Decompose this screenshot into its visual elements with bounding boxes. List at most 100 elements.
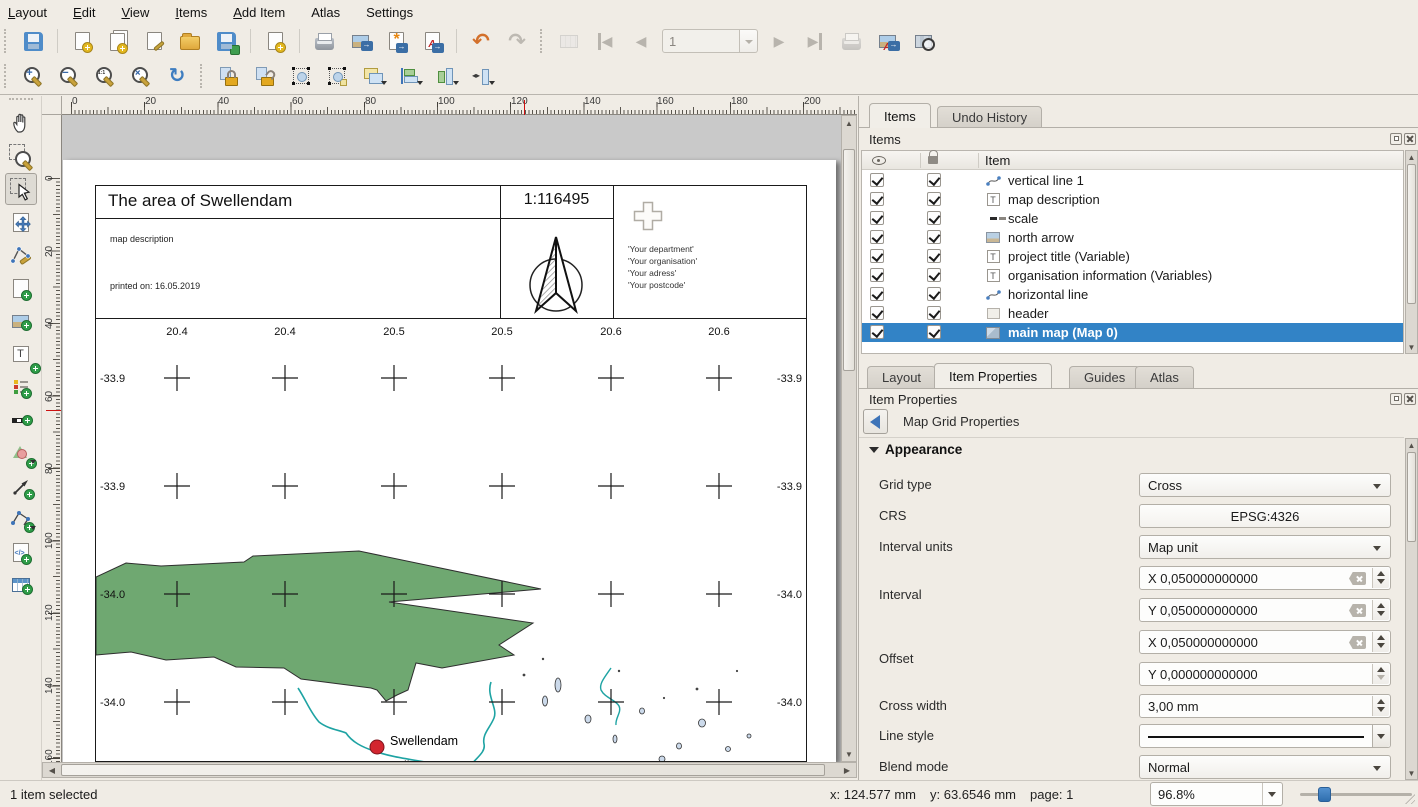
- items-row[interactable]: map description: [862, 190, 1403, 209]
- tab-undo-history[interactable]: Undo History: [937, 106, 1042, 128]
- items-row-selected[interactable]: main map (Map 0): [862, 323, 1403, 342]
- new-layout-button[interactable]: [67, 27, 97, 55]
- export-image-button[interactable]: [345, 27, 375, 55]
- select-move-item-button[interactable]: [5, 173, 37, 205]
- interval-units-select[interactable]: Map unit: [1139, 535, 1391, 559]
- raise-items-button[interactable]: [358, 62, 388, 90]
- items-list-scrollbar[interactable]: ▲ ▼: [1405, 150, 1418, 354]
- scroll-down-button[interactable]: ▼: [1406, 341, 1417, 353]
- spinner[interactable]: [1372, 568, 1389, 588]
- properties-scrollbar[interactable]: ▲ ▼: [1405, 438, 1418, 780]
- print-atlas-button[interactable]: [836, 27, 866, 55]
- layout-manager-button[interactable]: [139, 27, 169, 55]
- zoom-full-button[interactable]: [126, 62, 156, 90]
- lock-checkbox[interactable]: [927, 325, 941, 339]
- align-items-button[interactable]: [394, 62, 424, 90]
- preview-atlas-button[interactable]: [908, 27, 938, 55]
- scroll-down-button[interactable]: ▼: [1406, 767, 1417, 779]
- layout-page[interactable]: The area of Swellendam 1:116495 map desc…: [63, 160, 836, 762]
- clear-icon[interactable]: [1349, 604, 1366, 617]
- visibility-checkbox[interactable]: [870, 173, 884, 187]
- items-row[interactable]: header: [862, 304, 1403, 323]
- visibility-checkbox[interactable]: [870, 211, 884, 225]
- close-panel-button[interactable]: [1404, 393, 1416, 405]
- atlas-page-input[interactable]: 1: [662, 29, 740, 53]
- visibility-checkbox[interactable]: [870, 192, 884, 206]
- add-arrow-button[interactable]: [5, 470, 37, 502]
- first-feature-button[interactable]: [590, 27, 620, 55]
- main-map[interactable]: 20.4 20.4 20.5 20.5 20.6 20.6 -33.9 -33.…: [96, 318, 807, 761]
- resize-items-button[interactable]: [466, 62, 496, 90]
- scrollbar-thumb[interactable]: [1407, 452, 1416, 542]
- export-pdf-button[interactable]: [417, 27, 447, 55]
- last-feature-button[interactable]: [800, 27, 830, 55]
- items-row[interactable]: organisation information (Variables): [862, 266, 1403, 285]
- add-scalebar-button[interactable]: [5, 404, 37, 436]
- clear-icon[interactable]: [1349, 572, 1366, 585]
- tab-layout[interactable]: Layout: [867, 366, 936, 388]
- menu-atlas[interactable]: Atlas: [311, 5, 340, 20]
- new-report-button[interactable]: [260, 27, 290, 55]
- zoom-slider[interactable]: [1300, 793, 1412, 796]
- float-panel-button[interactable]: [1390, 393, 1402, 405]
- scroll-right-button[interactable]: ▶: [840, 763, 854, 777]
- lock-checkbox[interactable]: [927, 287, 941, 301]
- zoom-level-combobox[interactable]: 96.8%: [1150, 782, 1283, 806]
- unlock-all-button[interactable]: [250, 62, 280, 90]
- distribute-items-button[interactable]: [430, 62, 460, 90]
- atlas-settings-button[interactable]: [554, 27, 584, 55]
- tab-items[interactable]: Items: [869, 103, 931, 128]
- spinner[interactable]: [1372, 600, 1389, 620]
- atlas-page-dropdown[interactable]: [740, 29, 758, 53]
- zoom-out-button[interactable]: [54, 62, 84, 90]
- toolbar-grip[interactable]: [540, 29, 546, 53]
- lock-checkbox[interactable]: [927, 173, 941, 187]
- scroll-up-button[interactable]: ▲: [1406, 151, 1417, 163]
- cross-width-input[interactable]: 3,00 mm: [1139, 694, 1391, 718]
- visibility-checkbox[interactable]: [870, 306, 884, 320]
- visibility-checkbox[interactable]: [870, 230, 884, 244]
- appearance-section-header[interactable]: Appearance: [885, 442, 962, 457]
- scrollbar-thumb[interactable]: [843, 149, 855, 371]
- menu-settings[interactable]: Settings: [366, 5, 413, 20]
- items-row[interactable]: project title (Variable): [862, 247, 1403, 266]
- offset-y-input[interactable]: Y 0,000000000000: [1139, 662, 1391, 686]
- export-atlas-button[interactable]: [872, 27, 902, 55]
- visibility-checkbox[interactable]: [870, 287, 884, 301]
- items-row[interactable]: horizontal line: [862, 285, 1403, 304]
- line-style-dropdown[interactable]: [1372, 725, 1390, 747]
- lock-checkbox[interactable]: [927, 249, 941, 263]
- toolbar-grip[interactable]: [4, 29, 10, 53]
- add-page-button[interactable]: [5, 272, 37, 304]
- items-row[interactable]: north arrow: [862, 228, 1403, 247]
- spinner[interactable]: [1372, 664, 1389, 684]
- group-items-button[interactable]: [286, 62, 316, 90]
- print-button[interactable]: [309, 27, 339, 55]
- refresh-button[interactable]: [162, 62, 192, 90]
- lock-checkbox[interactable]: [927, 230, 941, 244]
- items-row[interactable]: scale: [862, 209, 1403, 228]
- lock-checkbox[interactable]: [927, 268, 941, 282]
- scrollbar-thumb[interactable]: [61, 764, 825, 776]
- scroll-left-button[interactable]: ◀: [45, 763, 59, 777]
- add-legend-button[interactable]: [5, 371, 37, 403]
- menu-edit[interactable]: Edit: [73, 5, 95, 20]
- export-svg-button[interactable]: [381, 27, 411, 55]
- edit-nodes-button[interactable]: [5, 239, 37, 271]
- add-html-button[interactable]: [5, 536, 37, 568]
- open-button[interactable]: [175, 27, 205, 55]
- lock-items-button[interactable]: [214, 62, 244, 90]
- offset-x-input[interactable]: X 0,050000000000: [1139, 630, 1391, 654]
- tab-item-properties[interactable]: Item Properties: [934, 363, 1052, 388]
- zoom-in-button[interactable]: [18, 62, 48, 90]
- zoom-actual-button[interactable]: [90, 62, 120, 90]
- ungroup-items-button[interactable]: [322, 62, 352, 90]
- blend-mode-select[interactable]: Normal: [1139, 755, 1391, 779]
- menu-items[interactable]: Items: [175, 5, 207, 20]
- toolbar-grip[interactable]: [4, 64, 10, 88]
- zoom-tool-button[interactable]: [5, 140, 37, 172]
- add-shape-button[interactable]: [5, 437, 37, 469]
- pan-tool-button[interactable]: [5, 107, 37, 139]
- lock-checkbox[interactable]: [927, 211, 941, 225]
- add-picture-button[interactable]: [5, 305, 37, 337]
